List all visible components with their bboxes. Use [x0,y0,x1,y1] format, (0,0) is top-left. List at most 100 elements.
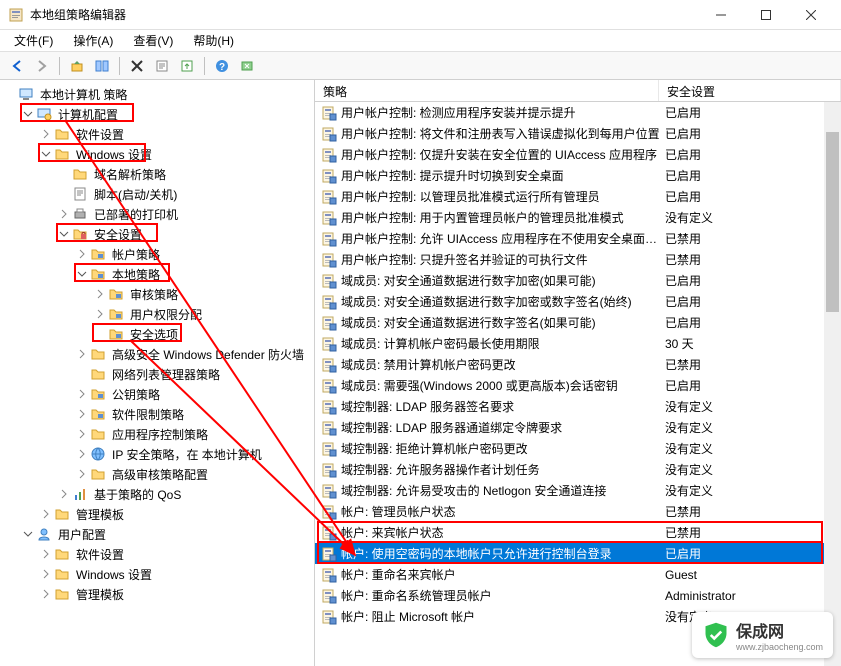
list-row[interactable]: 域成员: 需要强(Windows 2000 或更高版本)会话密钥已启用 [315,375,841,396]
list-row[interactable]: 用户帐户控制: 允许 UIAccess 应用程序在不使用安全桌面…已禁用 [315,228,841,249]
list-row[interactable]: 域成员: 对安全通道数据进行数字加密(如果可能)已启用 [315,270,841,291]
tree-item[interactable]: 公钥策略 [0,384,314,404]
expander-icon[interactable] [76,468,88,480]
expander-icon[interactable] [40,128,52,140]
show-hide-button[interactable] [91,55,113,77]
tree-item[interactable]: 管理模板 [0,584,314,604]
list-row[interactable]: 域成员: 对安全通道数据进行数字签名(如果可能)已启用 [315,312,841,333]
expander-icon[interactable] [58,488,70,500]
tree-item[interactable]: 帐户策略 [0,244,314,264]
expander-icon[interactable] [40,568,52,580]
tree-item[interactable]: 基于策略的 QoS [0,484,314,504]
list-row[interactable]: 域控制器: 允许易受攻击的 Netlogon 安全通道连接没有定义 [315,480,841,501]
list-row[interactable]: 域控制器: LDAP 服务器签名要求没有定义 [315,396,841,417]
tree-item[interactable]: 应用程序控制策略 [0,424,314,444]
menu-view[interactable]: 查看(V) [127,30,179,51]
tree-item[interactable]: 安全选项 [0,324,314,344]
tree-item[interactable]: 用户权限分配 [0,304,314,324]
menu-action[interactable]: 操作(A) [67,30,119,51]
list-row[interactable]: 用户帐户控制: 提示提升时切换到安全桌面已启用 [315,165,841,186]
expander-icon[interactable] [76,408,88,420]
col-policy[interactable]: 策略 [315,80,659,101]
list-row[interactable]: 域成员: 对安全通道数据进行数字加密或数字签名(始终)已启用 [315,291,841,312]
help-button[interactable]: ? [211,55,233,77]
list-row[interactable]: 域成员: 计算机帐户密码最长使用期限30 天 [315,333,841,354]
list-row[interactable]: 帐户: 重命名来宾帐户Guest [315,564,841,585]
filter-button[interactable] [236,55,258,77]
expander-icon[interactable] [58,168,70,180]
tree-item[interactable]: 网络列表管理器策略 [0,364,314,384]
tree-item[interactable]: 计算机配置 [0,104,314,124]
expander-icon[interactable] [76,268,88,280]
export-button[interactable] [176,55,198,77]
expander-icon[interactable] [58,188,70,200]
back-button[interactable] [6,55,28,77]
delete-button[interactable] [126,55,148,77]
list-row[interactable]: 域成员: 禁用计算机帐户密码更改已禁用 [315,354,841,375]
scrollbar[interactable] [824,102,841,666]
list-row[interactable]: 用户帐户控制: 仅提升安装在安全位置的 UIAccess 应用程序已启用 [315,144,841,165]
expander-icon[interactable] [40,588,52,600]
expander-icon[interactable] [58,208,70,220]
tree-item[interactable]: 软件设置 [0,544,314,564]
expander-icon[interactable] [4,88,16,100]
expander-icon[interactable] [40,148,52,160]
tree-item[interactable]: 本地计算机 策略 [0,84,314,104]
list-row[interactable]: 用户帐户控制: 以管理员批准模式运行所有管理员已启用 [315,186,841,207]
tree-item[interactable]: 软件限制策略 [0,404,314,424]
tree-item[interactable]: IP 安全策略，在 本地计算机 [0,444,314,464]
expander-icon[interactable] [76,428,88,440]
tree-item[interactable]: 域名解析策略 [0,164,314,184]
expander-icon[interactable] [76,388,88,400]
list-pane[interactable]: 策略 安全设置 用户帐户控制: 检测应用程序安装并提示提升已启用用户帐户控制: … [315,80,841,666]
forward-button[interactable] [31,55,53,77]
tree-item[interactable]: 高级安全 Windows Defender 防火墙 [0,344,314,364]
list-row[interactable]: 用户帐户控制: 用于内置管理员帐户的管理员批准模式没有定义 [315,207,841,228]
list-row[interactable]: 用户帐户控制: 检测应用程序安装并提示提升已启用 [315,102,841,123]
list-row[interactable]: 域控制器: 允许服务器操作者计划任务没有定义 [315,459,841,480]
tree-item[interactable]: 高级审核策略配置 [0,464,314,484]
expander-icon[interactable] [94,288,106,300]
list-row[interactable]: 帐户: 管理员帐户状态已禁用 [315,501,841,522]
tree-item[interactable]: 用户配置 [0,524,314,544]
tree-item[interactable]: 安全设置 [0,224,314,244]
tree-item[interactable]: 本地策略 [0,264,314,284]
tree-pane[interactable]: 本地计算机 策略计算机配置软件设置Windows 设置域名解析策略脚本(启动/关… [0,80,315,666]
expander-icon[interactable] [40,508,52,520]
minimize-button[interactable] [698,0,743,30]
list-row[interactable]: 域控制器: LDAP 服务器通道绑定令牌要求没有定义 [315,417,841,438]
policy-name: 帐户: 使用空密码的本地帐户只允许进行控制台登录 [341,545,665,562]
col-setting[interactable]: 安全设置 [659,80,841,101]
tree-item[interactable]: 管理模板 [0,504,314,524]
expander-icon[interactable] [40,548,52,560]
scrollthumb[interactable] [826,132,839,312]
expander-icon[interactable] [76,348,88,360]
list-row[interactable]: 用户帐户控制: 只提升签名并验证的可执行文件已禁用 [315,249,841,270]
expander-icon[interactable] [76,248,88,260]
list-row[interactable]: 用户帐户控制: 将文件和注册表写入错误虚拟化到每用户位置已启用 [315,123,841,144]
expander-icon[interactable] [22,108,34,120]
tree-item[interactable]: Windows 设置 [0,144,314,164]
up-button[interactable] [66,55,88,77]
tree-item[interactable]: 已部署的打印机 [0,204,314,224]
properties-button[interactable] [151,55,173,77]
tree-item[interactable]: 脚本(启动/关机) [0,184,314,204]
tree-item[interactable]: 审核策略 [0,284,314,304]
tree-item[interactable]: 软件设置 [0,124,314,144]
tree-item[interactable]: Windows 设置 [0,564,314,584]
expander-icon[interactable] [76,368,88,380]
list-row[interactable]: 帐户: 使用空密码的本地帐户只允许进行控制台登录已启用 [315,543,841,564]
close-button[interactable] [788,0,833,30]
expander-icon[interactable] [76,448,88,460]
menu-help[interactable]: 帮助(H) [187,30,240,51]
list-row[interactable]: 帐户: 重命名系统管理员帐户Administrator [315,585,841,606]
list-row[interactable]: 帐户: 来宾帐户状态已禁用 [315,522,841,543]
expander-icon[interactable] [22,528,34,540]
menu-file[interactable]: 文件(F) [8,30,59,51]
expander-icon[interactable] [58,228,70,240]
expander-icon[interactable] [94,308,106,320]
maximize-button[interactable] [743,0,788,30]
expander-icon[interactable] [94,328,106,340]
list-row[interactable]: 域控制器: 拒绝计算机帐户密码更改没有定义 [315,438,841,459]
policy-icon [321,462,337,478]
